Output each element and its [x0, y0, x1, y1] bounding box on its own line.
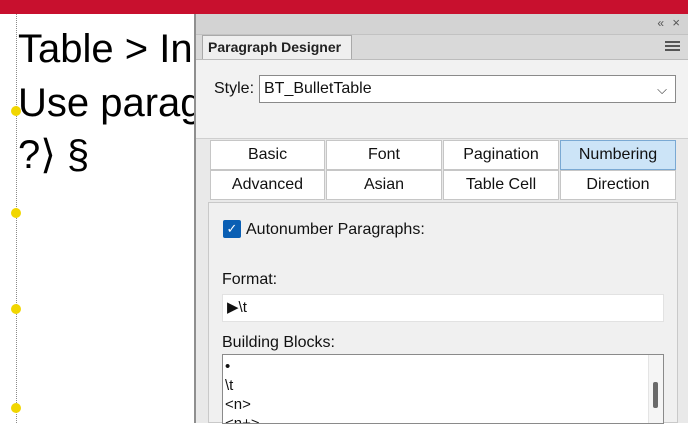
style-dropdown-value: BT_BulletTable [264, 80, 372, 97]
marker-dot [11, 304, 21, 314]
panel-tab-strip: Paragraph Designer [196, 35, 688, 60]
document-text-line[interactable]: Table > In [18, 27, 193, 71]
tab-table-cell[interactable]: Table Cell [443, 170, 559, 200]
building-blocks-list[interactable]: • \t <n> <n+> [222, 354, 664, 424]
marker-dot [11, 208, 21, 218]
panel-tab-title[interactable]: Paragraph Designer [202, 35, 352, 59]
paragraph-designer-panel: « × Paragraph Designer Style: BT_BulletT… [194, 14, 688, 424]
document-text-line[interactable]: Use parag [18, 81, 203, 125]
tab-font[interactable]: Font [326, 140, 442, 170]
close-icon[interactable]: × [672, 15, 680, 30]
numbering-tab-content: ✓ Autonumber Paragraphs: Format: ▶\t Bui… [208, 202, 678, 424]
building-blocks-label: Building Blocks: [222, 334, 335, 351]
chevron-down-icon: ⌵ [657, 82, 667, 97]
collapse-icon[interactable]: « [657, 16, 664, 30]
style-label: Style: [214, 80, 255, 97]
text-frame-margin [11, 14, 21, 423]
building-blocks-scrollbar[interactable] [648, 355, 663, 423]
tab-basic[interactable]: Basic [210, 140, 325, 170]
marker-dot [11, 403, 21, 413]
format-input[interactable]: ▶\t [222, 294, 664, 322]
document-header-bar [0, 0, 688, 14]
document-text-line[interactable]: ?⟩ § [18, 133, 89, 177]
autonumber-label: Autonumber Paragraphs: [246, 221, 425, 238]
building-block-item[interactable]: • [223, 357, 663, 376]
hamburger-menu-icon[interactable] [665, 41, 680, 53]
tab-asian[interactable]: Asian [326, 170, 442, 200]
style-row: Style: BT_BulletTable ⌵ [196, 60, 688, 139]
style-dropdown[interactable]: BT_BulletTable ⌵ [259, 75, 676, 103]
panel-titlebar: « × [196, 14, 688, 35]
tab-numbering[interactable]: Numbering [560, 140, 676, 170]
autonumber-checkbox[interactable]: ✓ [223, 220, 241, 238]
tab-direction[interactable]: Direction [560, 170, 676, 200]
building-block-item[interactable]: \t [223, 376, 663, 395]
building-block-item[interactable]: <n> [223, 395, 663, 414]
format-label: Format: [222, 271, 278, 288]
tab-advanced[interactable]: Advanced [210, 170, 325, 200]
tab-pagination[interactable]: Pagination [443, 140, 559, 170]
scrollbar-thumb[interactable] [653, 382, 658, 408]
